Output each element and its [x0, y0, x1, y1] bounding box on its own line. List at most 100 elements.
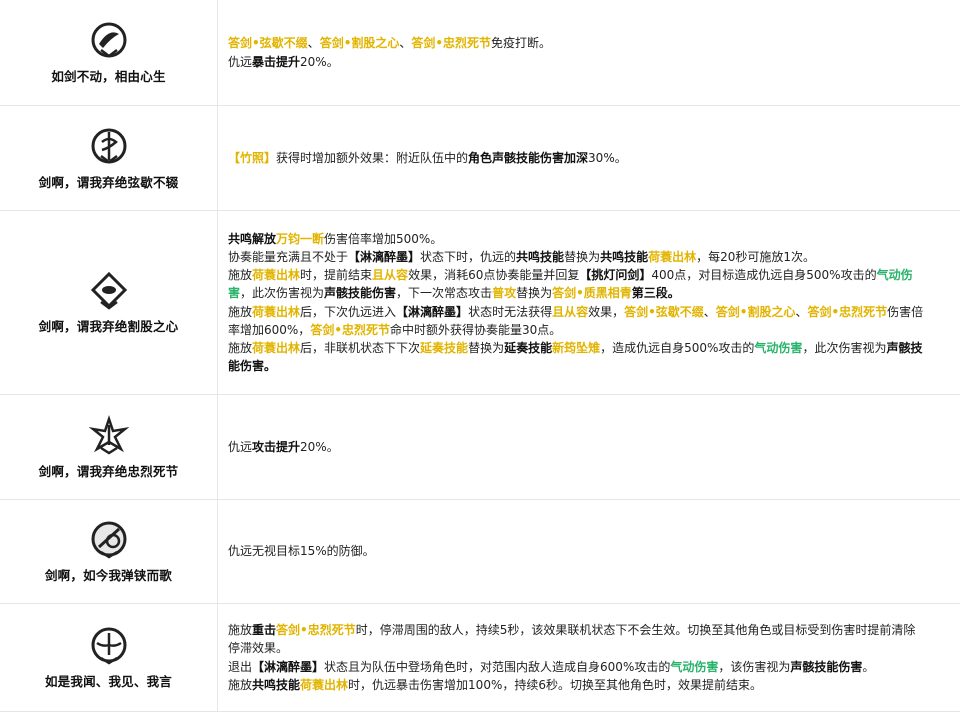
text-segment: ，该伤害视为 [718, 659, 791, 674]
sword-wings-icon [91, 627, 126, 665]
text-segment: 、 [399, 36, 412, 51]
description-line: 率增加600%，答剑•忠烈死节命中时额外获得协奏能量30点。 [228, 321, 950, 339]
chain-description: 仇远攻击提升20%。 [218, 395, 960, 499]
chain-node-cell: 剑啊，谓我弃绝忠烈死节 [0, 395, 218, 499]
keyword: 延奏技能 [504, 340, 553, 355]
text-segment: 400点，对目标造成仇远自身500%攻击的 [651, 268, 877, 283]
chain-node-name: 剑啊，谓我弃绝忠烈死节 [38, 463, 179, 479]
text-segment: 伤害倍率增加500%。 [324, 231, 443, 246]
damage-type: 害 [228, 286, 241, 301]
text-segment: 施放 [228, 677, 253, 692]
text-segment: 停滞效果。 [228, 641, 289, 656]
text-segment: 施放 [228, 340, 253, 355]
description-line: 施放荷蓑出林后，下次仇远进入【淋漓醉墨】状态时无法获得且从容效果，答剑•弦歇不缀… [228, 303, 950, 321]
damage-type: 气动伤害 [754, 340, 803, 355]
text-segment: 时，仇远暴击伤害增加100%，持续6秒。切换至其他角色时，效果提前结束。 [348, 677, 762, 692]
skill-name: 答剑•割股之心 [319, 36, 400, 51]
chain-row: 剑啊，谓我弃绝割股之心 共鸣解放万钧一断伤害倍率增加500%。 协奏能量充满且不处于… [0, 211, 960, 395]
skill-name: 普攻 [492, 286, 517, 301]
description-line: 仇远无视目标15%的防御。 [228, 542, 950, 560]
text-segment: 状态下时，仇远的 [420, 249, 517, 264]
keyword: 能伤害。 [228, 359, 277, 374]
chain-row: 剑啊，谓我弃绝忠烈死节 仇远攻击提升20%。 [0, 395, 960, 500]
keyword: 攻击提升 [252, 439, 301, 454]
skill-name: 且从容 [372, 268, 409, 283]
text-segment: 仇远无视目标15%的防御。 [228, 544, 375, 559]
text-segment: ，此次伤害视为 [802, 340, 887, 355]
chain-row: 如是我闻、我见、我言 施放重击答剑•忠烈死节时，停滞周围的敌人，持续5秒，该效果联… [0, 604, 960, 712]
keyword: 【淋漓醉墨】 [252, 659, 325, 674]
keyword: 暴击提升 [252, 54, 301, 69]
chain-row: 如剑不动，相由心生 答剑•弦歇不缀、答剑•割股之心、答剑•忠烈死节免疫打断。 仇远暴… [0, 0, 960, 106]
sword-burst-icon [88, 414, 129, 454]
text-segment: 30%。 [588, 150, 627, 165]
text-segment: 率增加600%， [228, 322, 311, 337]
chain-node-cell: 剑啊，谓我弃绝弦歇不辍 [0, 106, 218, 210]
text-segment: ，下一次常态攻击 [396, 286, 493, 301]
text-segment: 效果，消耗60点协奏能量并回复 [408, 268, 580, 283]
sword-swirl-icon [91, 22, 126, 58]
text-segment: 退出 [228, 659, 253, 674]
skill-name: 荷蓑出林 [252, 268, 301, 283]
skill-name: 答剑•弦歇不缀 [228, 36, 308, 51]
keyword: 声骸技能伤害 [324, 286, 397, 301]
text-segment: 、 [703, 304, 716, 319]
skill-name: 答剑•质黑相青 [552, 286, 632, 301]
description-line: 停滞效果。 [228, 639, 950, 657]
chain-node-name: 剑啊，谓我弃绝弦歇不辍 [38, 174, 179, 190]
chain-description: 仇远无视目标15%的防御。 [218, 500, 960, 603]
text-segment: 仇远 [228, 439, 253, 454]
text-segment: 协奏能量充满且不处于 [228, 249, 349, 264]
sword-eye-icon [90, 271, 127, 310]
text-segment: 状态且为队伍中登场角色时，对范围内敌人造成自身600%攻击的 [324, 659, 671, 674]
skill-name: 答剑•忠烈死节 [276, 623, 356, 638]
keyword: 第三段。 [631, 286, 680, 301]
keyword: 【挑灯问剑】 [579, 268, 652, 283]
text-segment: ，造成仇远自身500%攻击的 [600, 340, 755, 355]
description-line: 仇远攻击提升20%。 [228, 438, 950, 456]
text-segment: 施放 [228, 623, 253, 638]
keyword: 【淋漓醉墨】 [396, 304, 469, 319]
text-segment: 20%。 [300, 54, 339, 69]
keyword: 共鸣技能 [252, 677, 301, 692]
description-line: 能伤害。 [228, 357, 950, 375]
chain-node-name: 剑啊，如今我弹铗而歌 [44, 568, 172, 583]
skill-name: 答剑•忠烈死节 [807, 304, 888, 319]
description-line: 施放共鸣技能荷蓑出林时，仇远暴击伤害增加100%，持续6秒。切换至其他角色时，效… [228, 676, 950, 694]
chain-node-cell: 剑啊，如今我弹铗而歌 [0, 500, 218, 603]
chain-node-name: 如是我闻、我见、我言 [44, 674, 172, 689]
skill-name: 万钧一断 [276, 231, 325, 246]
skill-name: 答剑•忠烈死节 [310, 322, 390, 337]
text-segment: 时，停滞周围的敌人，持续5秒，该效果联机状态下不会生效。切换至其他角色或目标受到… [355, 623, 916, 638]
description-line: 共鸣解放万钧一断伤害倍率增加500%。 [228, 230, 950, 248]
chain-node-cell: 剑啊，谓我弃绝割股之心 [0, 211, 218, 394]
skill-name: 新筠坠雉 [552, 340, 601, 355]
skill-name: 荷蓑出林 [300, 677, 349, 692]
text-segment: 免疫打断。 [491, 36, 552, 51]
description-line: 【竹照】获得时增加额外效果：附近队伍中的角色声骸技能伤害加深30%。 [228, 149, 950, 167]
keyword: 声骸技 [886, 340, 923, 355]
text-segment: 。 [862, 659, 875, 674]
text-segment: 20%。 [300, 439, 339, 454]
skill-name: 且从容 [552, 304, 589, 319]
text-segment: 时，提前结束 [300, 268, 373, 283]
text-segment: 命中时额外获得协奏能量30点。 [389, 322, 562, 337]
keyword: 共鸣技能 [516, 249, 565, 264]
chain-node-name: 如剑不动，相由心生 [51, 69, 166, 84]
chain-node-name: 剑啊，谓我弃绝割股之心 [38, 319, 179, 334]
description-line: 仇远暴击提升20%。 [228, 53, 950, 71]
text-segment: 仇远 [228, 54, 253, 69]
chain-description: 【竹照】获得时增加额外效果：附近队伍中的角色声骸技能伤害加深30%。 [218, 106, 960, 210]
chain-description: 共鸣解放万钧一断伤害倍率增加500%。 协奏能量充满且不处于【淋漓醉墨】状态下时，… [218, 211, 960, 394]
text-segment: 、 [795, 304, 808, 319]
text-segment: 替换为 [564, 249, 601, 264]
skill-name: 荷蓑出林 [252, 304, 301, 319]
description-line: 施放荷蓑出林时，提前结束且从容效果，消耗60点协奏能量并回复【挑灯问剑】400点… [228, 266, 950, 284]
keyword: 【淋漓醉墨】 [348, 249, 421, 264]
skill-name: 答剑•忠烈死节 [411, 36, 492, 51]
keyword: 角色声骸技能伤害加深 [468, 150, 589, 165]
text-segment: 效果， [588, 304, 625, 319]
text-segment: 后，下次仇远进入 [300, 304, 397, 319]
skill-name: 答剑•割股之心 [715, 304, 796, 319]
chain-row: 剑啊，谓我弃绝弦歇不辍 【竹照】获得时增加额外效果：附近队伍中的角色声骸技能伤害加… [0, 106, 960, 211]
